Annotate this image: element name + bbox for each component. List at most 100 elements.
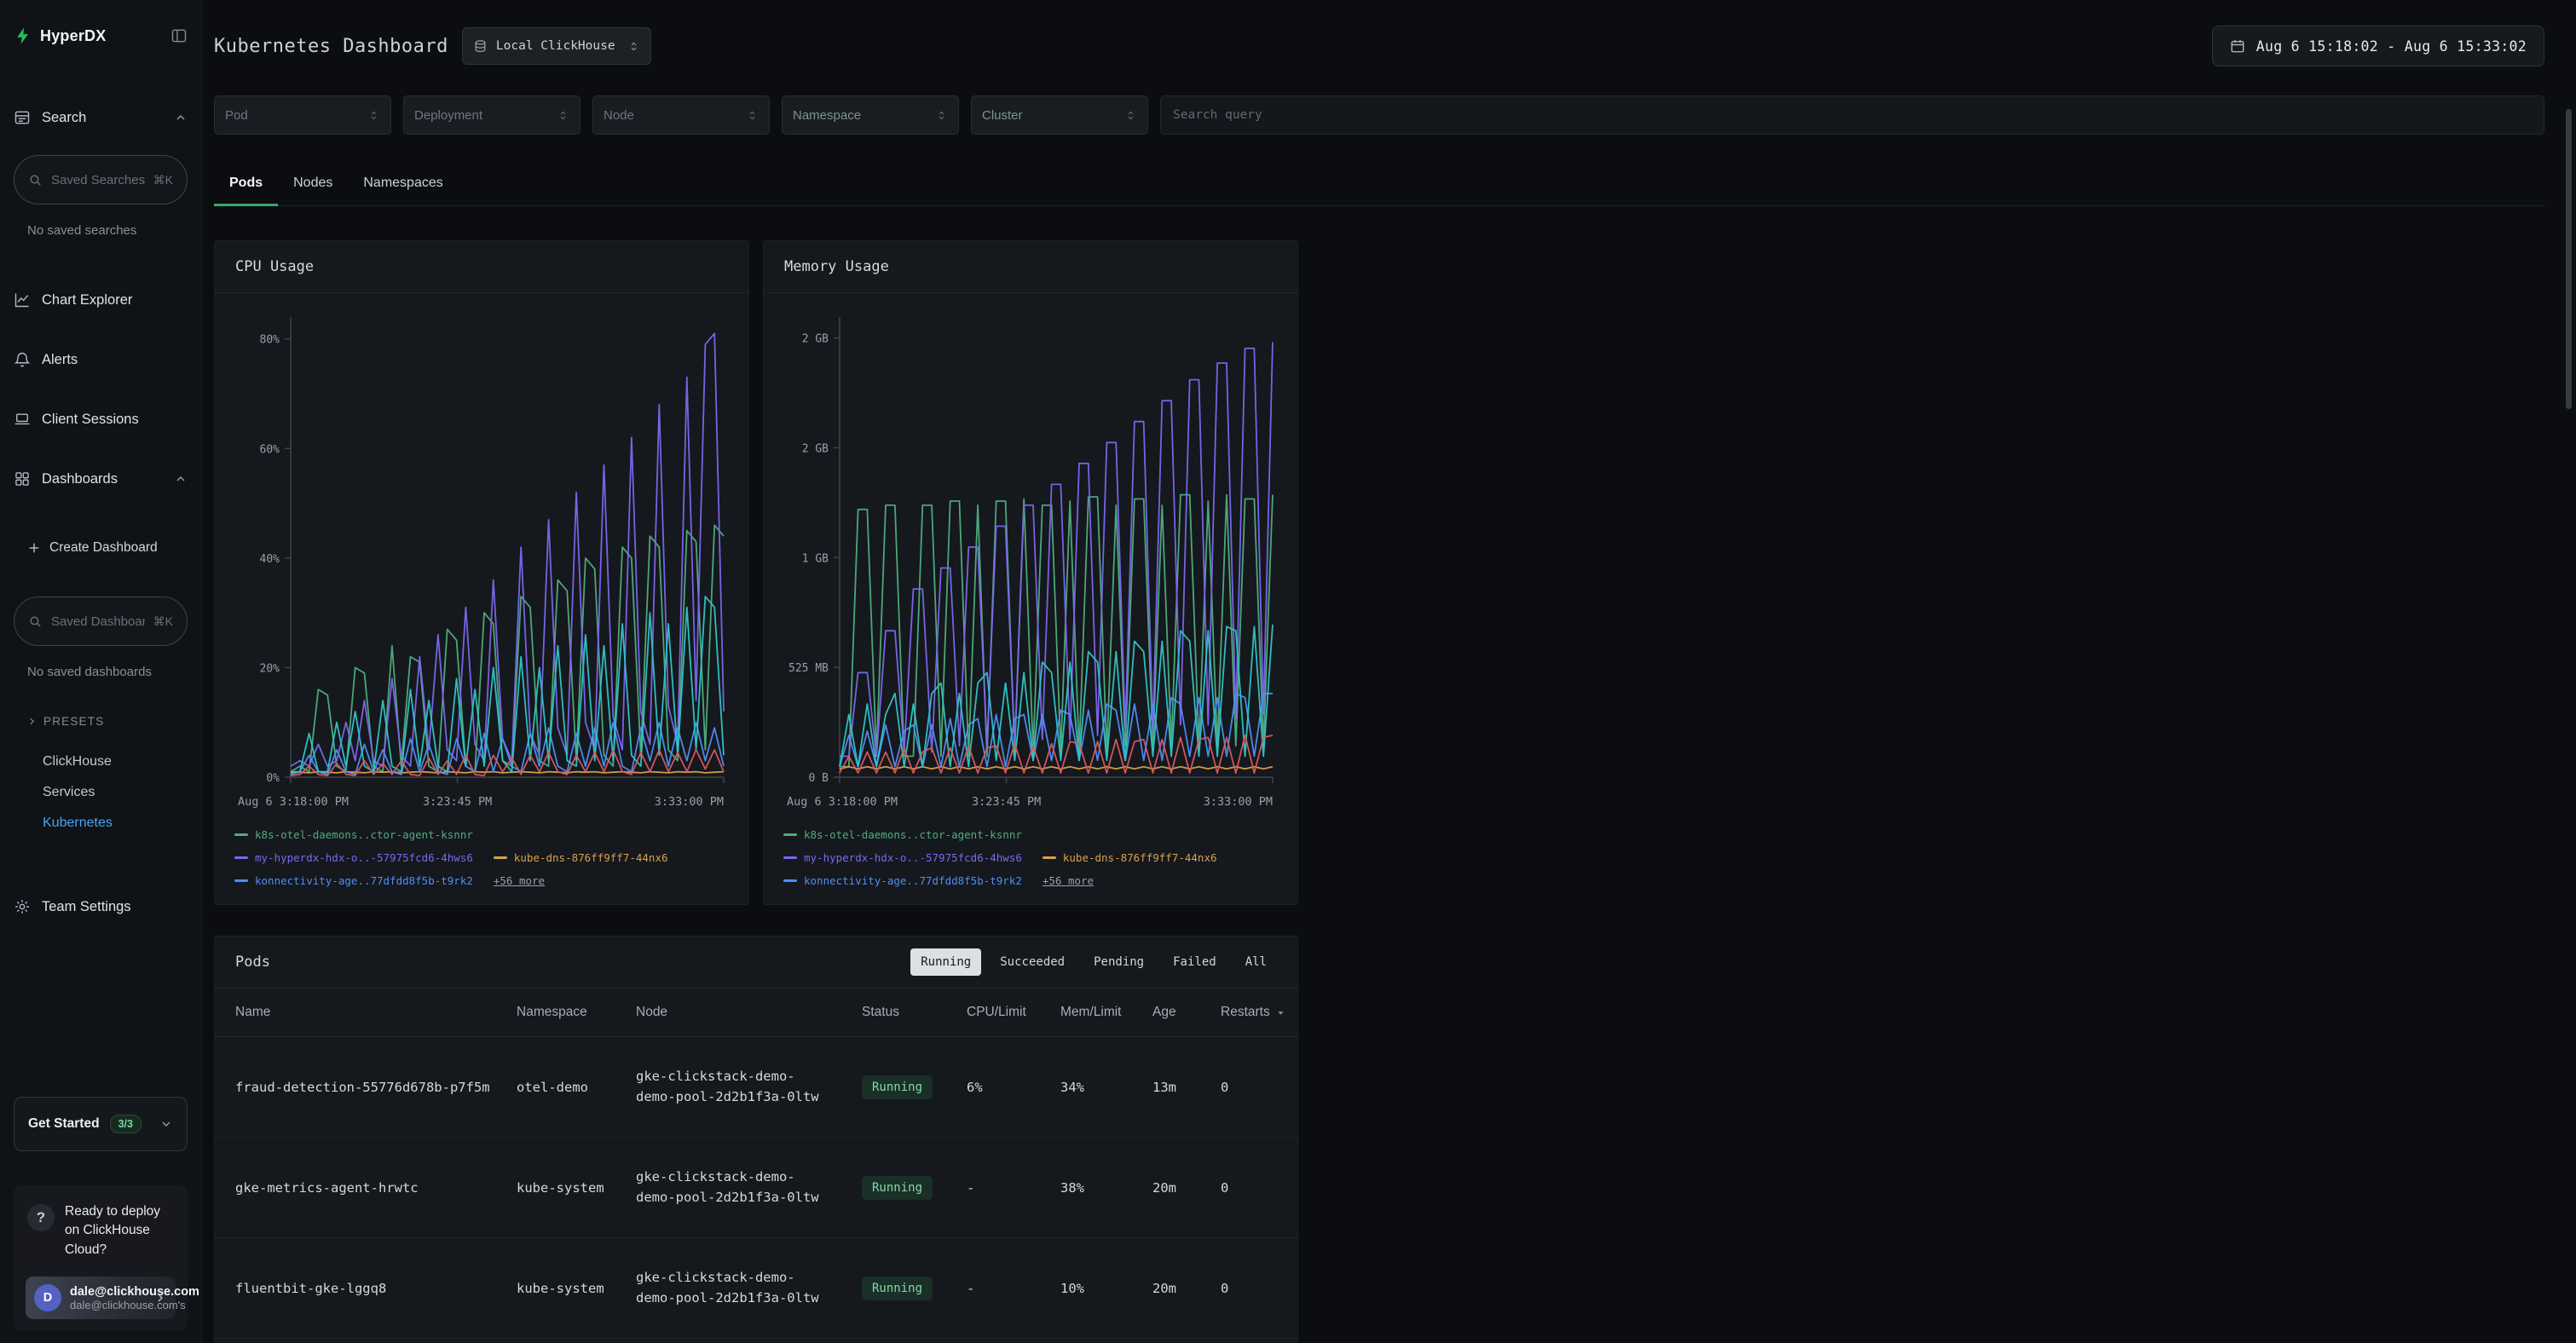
cluster-filter-select[interactable]: Cluster xyxy=(971,95,1148,135)
avatar: D xyxy=(34,1284,61,1311)
sidebar-preset-clickhouse[interactable]: ClickHouse xyxy=(14,746,188,777)
svg-text:20%: 20% xyxy=(260,662,280,675)
legend-item[interactable]: my-hyperdx-hdx-o..-57975fcd6-4hws6 xyxy=(234,851,473,864)
status-filter-all[interactable]: All xyxy=(1235,948,1277,976)
help-icon[interactable]: ? xyxy=(27,1204,55,1231)
sidebar-item-team-settings[interactable]: Team Settings xyxy=(14,890,188,924)
status-filter-running[interactable]: Running xyxy=(910,948,981,976)
get-started-button[interactable]: Get Started 3/3 xyxy=(14,1097,188,1151)
chart-plot[interactable]: 80%60%40%20%0%Aug 6 3:18:00 PM3:23:45 PM… xyxy=(234,307,729,818)
legend-item[interactable]: my-hyperdx-hdx-o..-57975fcd6-4hws6 xyxy=(783,851,1022,864)
cloud-promo[interactable]: ? Ready to deploy on ClickHouse Cloud? xyxy=(26,1197,176,1268)
saved-searches-input[interactable]: ⌘K xyxy=(14,155,188,205)
tab-nodes[interactable]: Nodes xyxy=(278,164,348,205)
sidebar: HyperDX Search ⌘K No saved searches Char… xyxy=(0,0,202,1343)
search-query-input[interactable] xyxy=(1173,108,2532,122)
legend-item[interactable]: k8s-otel-daemons..ctor-agent-ksnnr xyxy=(234,828,473,841)
column-header-age[interactable]: Age xyxy=(1152,1005,1221,1020)
table-row[interactable]: gke-metrics-agent-hrwtc kube-system gke-… xyxy=(215,1138,1297,1238)
sidebar-item-alerts[interactable]: Alerts xyxy=(14,343,188,377)
legend-item[interactable]: kube-dns-876ff9ff7-44nx6 xyxy=(1043,851,1217,864)
app-name: HyperDX xyxy=(40,27,106,45)
saved-dashboards-input[interactable]: ⌘K xyxy=(14,597,188,646)
vertical-scrollbar[interactable] xyxy=(2566,109,2572,409)
column-header-restarts-label: Restarts xyxy=(1221,1005,1270,1020)
sidebar-preset-kubernetes[interactable]: Kubernetes xyxy=(14,808,188,839)
column-header-cpu[interactable]: CPU/Limit xyxy=(967,1005,1060,1020)
status-filter-succeeded[interactable]: Succeeded xyxy=(990,948,1075,976)
svg-text:Aug 6 3:18:00 PM: Aug 6 3:18:00 PM xyxy=(787,795,898,809)
cell-name: gke-metrics-agent-hrwtc xyxy=(235,1180,517,1196)
svg-text:0%: 0% xyxy=(266,772,280,785)
status-badge: Running xyxy=(862,1277,933,1300)
column-header-namespace[interactable]: Namespace xyxy=(517,1005,636,1020)
source-select[interactable]: Local ClickHouse xyxy=(462,27,651,65)
saved-searches-field[interactable] xyxy=(51,173,145,187)
table-row[interactable]: fraud-detection-55776d678b-p7f5m otel-de… xyxy=(215,1037,1297,1138)
select-chevrons-icon xyxy=(627,40,640,53)
column-header-status[interactable]: Status xyxy=(862,1005,967,1020)
chart-plot[interactable]: 2 GB2 GB1 GB525 MB0 BAug 6 3:18:00 PM3:2… xyxy=(783,307,1278,818)
cell-namespace: otel-demo xyxy=(517,1080,636,1095)
column-header-restarts[interactable]: Restarts xyxy=(1221,1005,1285,1020)
legend-item[interactable]: konnectivity-age..77dfdd8f5b-t9rk2 xyxy=(783,874,1022,887)
bell-icon xyxy=(14,351,31,368)
status-filter-failed[interactable]: Failed xyxy=(1163,948,1227,976)
cell-status: Running xyxy=(862,1075,967,1099)
status-filter-pending[interactable]: Pending xyxy=(1083,948,1154,976)
status-badge: Running xyxy=(862,1176,933,1200)
search-section-icon xyxy=(14,109,31,126)
user-email: dale@clickhouse.com xyxy=(70,1285,145,1299)
svg-text:40%: 40% xyxy=(260,553,280,566)
legend-series-name: my-hyperdx-hdx-o..-57975fcd6-4hws6 xyxy=(804,851,1022,864)
saved-dashboards-field[interactable] xyxy=(51,614,145,629)
sidebar-item-dashboards[interactable]: Dashboards xyxy=(14,462,188,496)
cell-age: 20m xyxy=(1152,1180,1221,1196)
sidebar-bottom-card: ? Ready to deploy on ClickHouse Cloud? D… xyxy=(14,1185,188,1331)
topbar: Kubernetes Dashboard Local ClickHouse Au… xyxy=(214,22,2544,70)
sidebar-preset-services[interactable]: Services xyxy=(14,777,188,808)
no-saved-searches-text: No saved searches xyxy=(14,223,188,242)
chevron-up-icon xyxy=(174,111,188,124)
column-header-mem[interactable]: Mem/Limit xyxy=(1060,1005,1152,1020)
tab-namespaces[interactable]: Namespaces xyxy=(348,164,458,205)
sidebar-item-chart-explorer[interactable]: Chart Explorer xyxy=(14,283,188,317)
sidebar-item-label: Search xyxy=(42,110,86,126)
logo-row: HyperDX xyxy=(14,19,188,53)
chart-legend: k8s-otel-daemons..ctor-agent-ksnnr my-hyp… xyxy=(783,828,1278,887)
legend-swatch xyxy=(783,856,797,859)
sidebar-item-client-sessions[interactable]: Client Sessions xyxy=(14,402,188,436)
legend-more-link[interactable]: +56 more xyxy=(1043,874,1094,887)
svg-text:3:33:00 PM: 3:33:00 PM xyxy=(1204,795,1273,809)
calendar-icon xyxy=(2230,38,2245,54)
sidebar-item-search[interactable]: Search xyxy=(14,101,188,135)
user-menu[interactable]: D dale@clickhouse.com dale@clickhouse.co… xyxy=(26,1277,176,1319)
column-header-name[interactable]: Name xyxy=(235,1005,517,1020)
search-query-box[interactable] xyxy=(1160,95,2544,135)
tab-pods[interactable]: Pods xyxy=(214,164,278,205)
chart-body: 2 GB2 GB1 GB525 MB0 BAug 6 3:18:00 PM3:2… xyxy=(764,293,1297,904)
namespace-filter-select[interactable]: Namespace xyxy=(782,95,959,135)
legend-swatch xyxy=(234,833,248,836)
create-dashboard-button[interactable]: Create Dashboard xyxy=(14,533,188,562)
svg-text:60%: 60% xyxy=(260,443,280,456)
cell-restarts: 0 xyxy=(1221,1180,1277,1196)
column-header-node[interactable]: Node xyxy=(636,1005,862,1020)
node-filter-select[interactable]: Node xyxy=(592,95,770,135)
legend-item[interactable]: kube-dns-876ff9ff7-44nx6 xyxy=(494,851,668,864)
collapse-sidebar-icon[interactable] xyxy=(170,27,188,44)
legend-more-link[interactable]: +56 more xyxy=(494,874,545,887)
legend-item[interactable]: konnectivity-age..77dfdd8f5b-t9rk2 xyxy=(234,874,473,887)
svg-text:Aug 6 3:18:00 PM: Aug 6 3:18:00 PM xyxy=(238,795,349,809)
table-row[interactable]: gke-clickstack-demo-demo-pool-2d2b1f3a-0… xyxy=(215,1339,1297,1343)
deployment-filter-select[interactable]: Deployment xyxy=(403,95,580,135)
pod-filter-select[interactable]: Pod xyxy=(214,95,391,135)
svg-text:1 GB: 1 GB xyxy=(802,552,829,565)
legend-series-name: k8s-otel-daemons..ctor-agent-ksnnr xyxy=(804,828,1022,841)
date-range-picker[interactable]: Aug 6 15:18:02 - Aug 6 15:33:02 xyxy=(2212,26,2544,66)
pods-table-title: Pods xyxy=(235,954,270,971)
laptop-icon xyxy=(14,411,31,428)
legend-item[interactable]: k8s-otel-daemons..ctor-agent-ksnnr xyxy=(783,828,1022,841)
table-row[interactable]: fluentbit-gke-lggq8 kube-system gke-clic… xyxy=(215,1238,1297,1339)
presets-toggle[interactable]: PRESETS xyxy=(14,711,188,731)
